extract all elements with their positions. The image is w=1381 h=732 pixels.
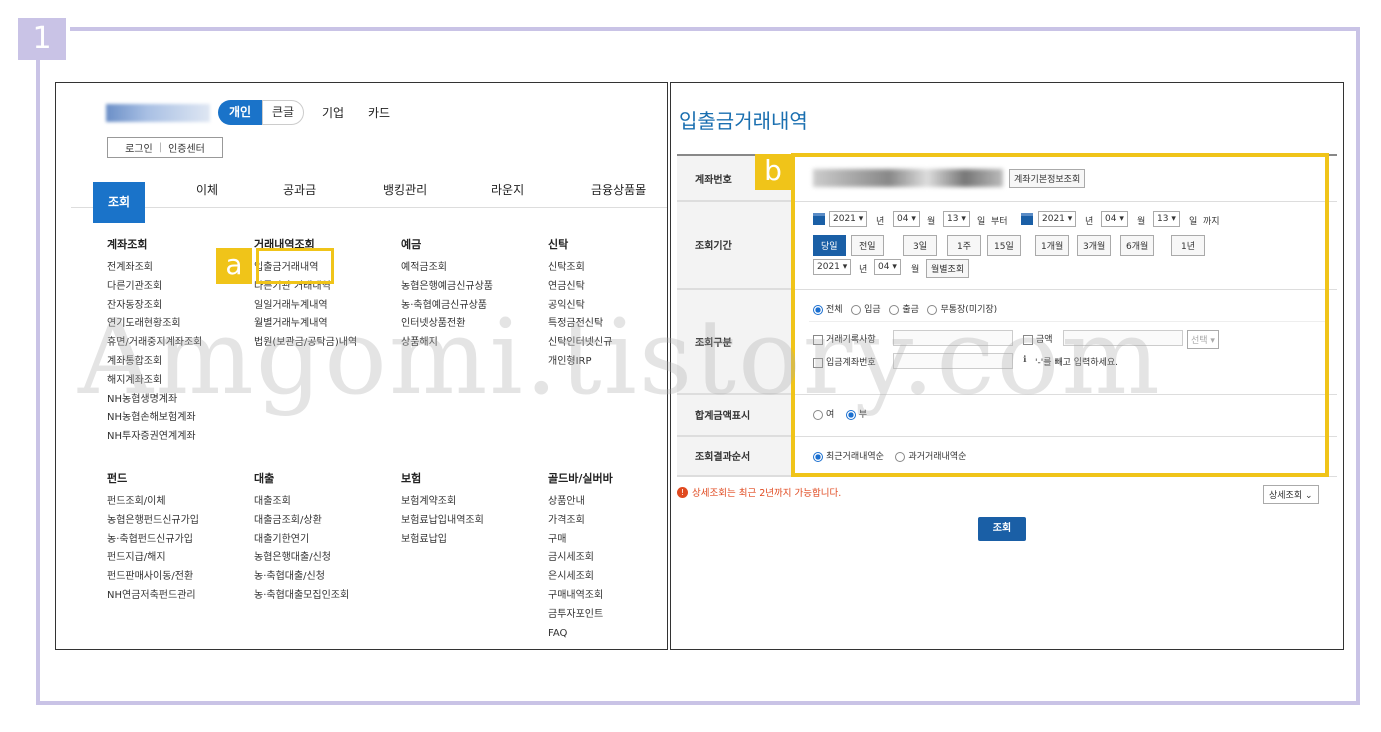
label-order: 조회결과순서 <box>677 436 793 476</box>
tab-personal[interactable]: 개인 <box>218 100 262 125</box>
login-box: 로그인 | 인증센터 <box>107 137 223 158</box>
menu-item[interactable]: 금투자포인트 <box>548 606 613 625</box>
detail-search-button[interactable]: 상세조회 ⌄ <box>1263 485 1319 504</box>
page-title: 입출금거래내역 <box>679 109 808 133</box>
column-heading: 골드바/실버바 <box>548 472 613 485</box>
menu-item[interactable]: 대출기한연기 <box>254 531 349 550</box>
nav-transfer[interactable]: 이체 <box>196 181 218 198</box>
link-card[interactable]: 카드 <box>368 104 390 121</box>
menu-item[interactable]: 대출금조회/상환 <box>254 512 349 531</box>
menu-item[interactable]: 전계좌조회 <box>107 259 202 278</box>
label-period: 조회기간 <box>677 201 793 289</box>
menu-item[interactable]: 보험료납입내역조회 <box>401 512 484 531</box>
menu-item[interactable]: 가격조회 <box>548 512 613 531</box>
menu-column-insurance: 보험 보험계약조회 보험료납입내역조회 보험료납입 <box>401 470 484 549</box>
menu-item[interactable]: NH연금저축펀드관리 <box>107 587 199 606</box>
menu-item[interactable]: 펀드조회/이체 <box>107 493 199 512</box>
menu-item[interactable]: 보험료납입 <box>401 531 484 550</box>
marker-a: a <box>216 248 252 284</box>
nav-lounge[interactable]: 라운지 <box>491 181 524 198</box>
menu-item[interactable]: 농협은행예금신규상품 <box>401 278 493 297</box>
menu-item[interactable]: 농·축협대출모집인조회 <box>254 587 349 606</box>
column-heading: 신탁 <box>548 238 569 251</box>
notice-text: 상세조회는 최근 2년까지 가능합니다. <box>692 488 842 499</box>
step-badge: 1 <box>18 18 66 60</box>
highlight-box-a <box>256 248 334 284</box>
alert-icon: ! <box>677 486 688 498</box>
menu-item[interactable]: FAQ <box>548 625 613 644</box>
menu-item[interactable]: 농·축협대출/신청 <box>254 568 349 587</box>
menu-column-loans: 대출 대출조회 대출금조회/상환 대출기한연기 농협은행대출/신청 농·축협대출… <box>254 470 349 606</box>
menu-item[interactable]: 상품안내 <box>548 493 613 512</box>
menu-item[interactable]: 구매 <box>548 531 613 550</box>
menu-item[interactable]: 농협은행대출/신청 <box>254 549 349 568</box>
menu-item[interactable]: 금시세조회 <box>548 549 613 568</box>
menu-item[interactable]: 예적금조회 <box>401 259 493 278</box>
menu-item[interactable]: 다른기관조회 <box>107 278 202 297</box>
nav-inquiry[interactable]: 조회 <box>93 182 145 223</box>
column-heading: 보험 <box>401 472 422 485</box>
marker-b: b <box>755 154 791 190</box>
nav-utility-bill[interactable]: 공과금 <box>283 181 316 198</box>
menu-item[interactable]: 연금신탁 <box>548 278 612 297</box>
menu-item[interactable]: NH투자증권연계계좌 <box>107 428 202 447</box>
menu-column-funds: 펀드 펀드조회/이체 농협은행펀드신규가입 농·축협펀드신규가입 펀드지급/해지… <box>107 470 199 606</box>
nav-products-mall[interactable]: 금융상품몰 <box>591 181 646 198</box>
separator: | <box>158 142 163 153</box>
column-heading: 대출 <box>254 472 275 485</box>
menu-item[interactable]: 농·축협펀드신규가입 <box>107 531 199 550</box>
tab-large-text[interactable]: 큰글 <box>262 100 304 125</box>
menu-item[interactable]: 은시세조회 <box>548 568 613 587</box>
link-business[interactable]: 기업 <box>322 104 344 121</box>
cert-center-link[interactable]: 인증센터 <box>168 140 205 155</box>
notice: ! 상세조회는 최근 2년까지 가능합니다. <box>677 485 841 499</box>
outer-frame-top <box>70 27 1360 31</box>
column-heading: 펀드 <box>107 472 128 485</box>
column-heading: 예금 <box>401 238 422 251</box>
menu-item[interactable]: 농협은행펀드신규가입 <box>107 512 199 531</box>
menu-item[interactable]: 보험계약조회 <box>401 493 484 512</box>
watermark: Amgomi.tistory.com <box>78 296 1162 418</box>
menu-column-gold-silver: 골드바/실버바 상품안내 가격조회 구매 금시세조회 은시세조회 구매내역조회 … <box>548 470 613 643</box>
menu-item[interactable]: 신탁조회 <box>548 259 612 278</box>
column-heading: 계좌조회 <box>107 238 148 251</box>
login-link[interactable]: 로그인 <box>125 140 153 155</box>
search-button[interactable]: 조회 <box>978 517 1026 541</box>
menu-item[interactable]: 펀드지급/해지 <box>107 549 199 568</box>
menu-item[interactable]: 펀드판매사이동/전환 <box>107 568 199 587</box>
nav-banking-admin[interactable]: 뱅킹관리 <box>383 181 427 198</box>
nav-divider <box>71 207 667 208</box>
menu-item[interactable]: 구매내역조회 <box>548 587 613 606</box>
bank-logo <box>106 104 210 122</box>
menu-item[interactable]: 대출조회 <box>254 493 349 512</box>
